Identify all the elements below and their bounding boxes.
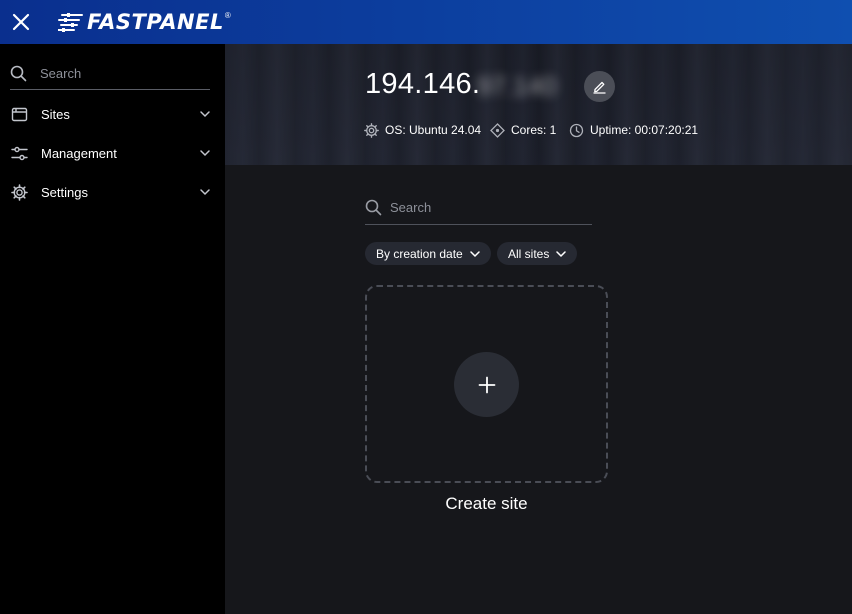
uptime-info: Uptime: 00:07:20:21 (569, 122, 698, 138)
logo-mark-icon (58, 13, 83, 32)
create-site-label[interactable]: Create site (365, 494, 608, 514)
browser-window-icon (11, 107, 28, 121)
cores-info: Cores: 1 (490, 122, 556, 138)
server-ip: 194.146. (365, 68, 481, 100)
chevron-down-icon (469, 250, 480, 257)
sidebar-search (10, 62, 210, 90)
fastpanel-logo[interactable]: FASTPANEL ® (58, 9, 231, 35)
chevron-down-icon (200, 111, 210, 118)
search-icon (10, 65, 27, 82)
chevron-down-icon (200, 150, 210, 157)
cores-label: Cores: 1 (511, 123, 557, 137)
sidebar-item-label: Settings (41, 184, 88, 200)
sort-label: By creation date (376, 246, 463, 261)
search-icon (365, 199, 382, 216)
top-bar: FASTPANEL ® (0, 0, 852, 44)
sliders-icon (11, 146, 28, 160)
os-info: OS: Ubuntu 24.04 (364, 122, 481, 138)
server-banner: 194.146. 97.140 OS: Ubuntu 24.04 Cores: … (225, 44, 852, 165)
banner-overlay (225, 44, 852, 165)
plus-icon (478, 376, 495, 393)
filter-dropdown[interactable]: All sites (497, 242, 578, 265)
pencil-icon (593, 81, 606, 94)
sidebar-item-settings[interactable]: Settings (0, 174, 225, 210)
sidebar-item-management[interactable]: Management (0, 135, 225, 171)
edit-server-button[interactable] (584, 71, 615, 102)
create-site-button[interactable] (454, 352, 519, 417)
sidebar: Sites Management Settings (0, 44, 225, 614)
logo-text: FASTPANEL (87, 10, 224, 34)
close-icon[interactable] (10, 11, 32, 33)
os-label: OS: Ubuntu 24.04 (385, 123, 482, 137)
create-site-card[interactable] (365, 285, 608, 483)
uptime-label: Uptime: 00:07:20:21 (590, 123, 699, 137)
registered-mark: ® (224, 11, 231, 20)
clock-icon (569, 123, 584, 137)
sidebar-item-sites[interactable]: Sites (0, 96, 225, 132)
sites-search-input[interactable] (390, 200, 580, 215)
sidebar-item-label: Sites (41, 106, 70, 122)
chip-icon (490, 122, 505, 138)
sidebar-item-label: Management (41, 145, 117, 161)
chevron-down-icon (200, 189, 210, 196)
sort-dropdown[interactable]: By creation date (365, 242, 491, 265)
filter-label: All sites (508, 246, 550, 261)
sidebar-search-input[interactable] (40, 66, 200, 81)
sites-search (365, 196, 592, 225)
server-ip-obscured: 97.140 (477, 71, 557, 101)
gear-icon (11, 183, 28, 201)
chevron-down-icon (556, 250, 567, 257)
gear-icon (364, 122, 379, 138)
